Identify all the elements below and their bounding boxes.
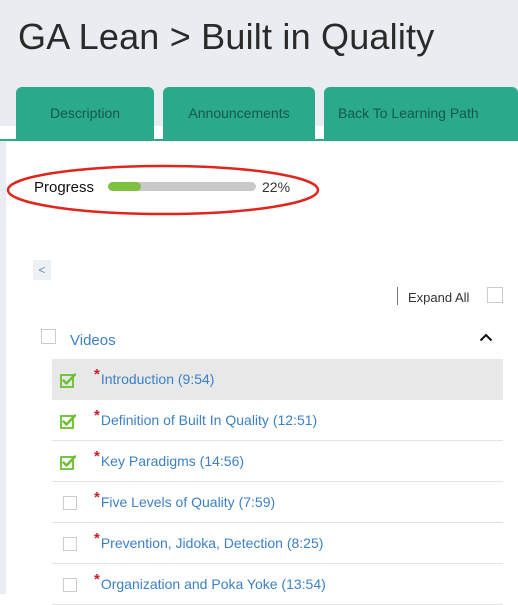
lesson-list: *Introduction (9:54) *Definition of Buil… — [52, 359, 503, 605]
collapse-sidebar-button[interactable]: < — [33, 260, 51, 280]
section-title[interactable]: Videos — [70, 332, 116, 349]
lesson-checkbox[interactable] — [63, 578, 77, 592]
lesson-link[interactable]: *Prevention, Jidoka, Detection (8:25) — [94, 530, 324, 552]
chevron-left-icon: < — [38, 263, 46, 277]
lesson-checkbox[interactable] — [63, 496, 77, 510]
lesson-row[interactable]: *Organization and Poka Yoke (13:54) — [52, 564, 503, 605]
expand-all-checkbox[interactable] — [487, 287, 503, 303]
lesson-title: Organization and Poka Yoke (13:54) — [100, 576, 326, 592]
required-marker: * — [94, 407, 100, 424]
lesson-row[interactable]: *Introduction (9:54) — [52, 359, 503, 400]
lesson-row[interactable]: *Prevention, Jidoka, Detection (8:25) — [52, 523, 503, 564]
lesson-row[interactable]: *Five Levels of Quality (7:59) — [52, 482, 503, 523]
checkmark-icon — [60, 372, 77, 388]
lesson-link[interactable]: *Definition of Built In Quality (12:51) — [94, 407, 318, 429]
checkmark-icon — [60, 454, 77, 470]
chevron-up-icon[interactable] — [479, 333, 493, 342]
lesson-title: Definition of Built In Quality (12:51) — [100, 412, 318, 428]
section-checkbox[interactable] — [41, 329, 56, 344]
lesson-checkbox[interactable] — [63, 537, 77, 551]
expand-all-label: Expand All — [408, 290, 470, 305]
required-marker: * — [94, 571, 100, 588]
required-marker: * — [94, 530, 100, 547]
lesson-title: Prevention, Jidoka, Detection (8:25) — [100, 535, 324, 551]
required-marker: * — [94, 489, 100, 506]
lesson-link[interactable]: *Introduction (9:54) — [94, 366, 215, 388]
divider — [397, 287, 398, 305]
lesson-title: Introduction (9:54) — [100, 371, 215, 387]
checkmark-icon — [60, 413, 77, 429]
lesson-link[interactable]: *Organization and Poka Yoke (13:54) — [94, 571, 326, 593]
lesson-link[interactable]: *Five Levels of Quality (7:59) — [94, 489, 276, 511]
annotation-oval — [6, 164, 320, 216]
lesson-row[interactable]: *Key Paradigms (14:56) — [52, 441, 503, 482]
lesson-title: Five Levels of Quality (7:59) — [100, 494, 276, 510]
required-marker: * — [94, 448, 100, 465]
lesson-row[interactable]: *Definition of Built In Quality (12:51) — [52, 400, 503, 441]
required-marker: * — [94, 366, 100, 383]
lesson-link[interactable]: *Key Paradigms (14:56) — [94, 448, 245, 470]
lesson-title: Key Paradigms (14:56) — [100, 453, 245, 469]
